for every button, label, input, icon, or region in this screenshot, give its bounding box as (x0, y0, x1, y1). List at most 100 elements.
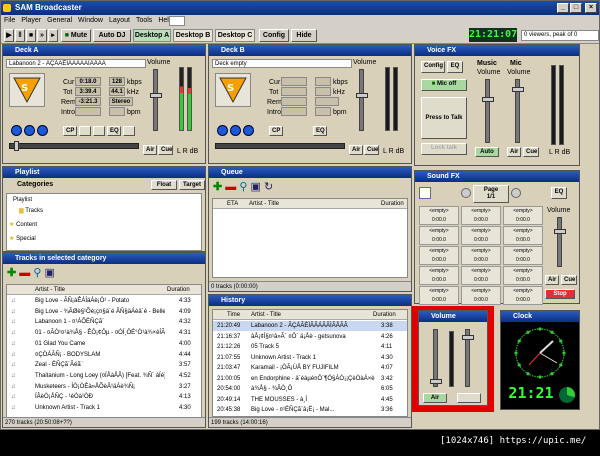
master-air-button[interactable]: Air (423, 393, 447, 403)
sfx-slot[interactable]: <empty> 0:00.0 (419, 246, 459, 265)
music-volume-track[interactable] (485, 79, 490, 143)
col-time[interactable]: Time (227, 310, 240, 320)
menu-field[interactable] (169, 16, 185, 26)
master-volume-knob-left[interactable] (430, 379, 442, 384)
deck-a-cue-button[interactable]: Cue (158, 145, 173, 155)
target-button[interactable]: Target (179, 180, 205, 190)
press-to-talk-button[interactable]: Press to Talk (421, 97, 467, 139)
table-row[interactable]: ♫ Thaitanium - Long Loey (¤ÍÅàÅÂ) [Feat. … (7, 371, 201, 381)
deck-a-btn5[interactable] (123, 126, 135, 136)
voice-fx-config-button[interactable]: Config (421, 61, 445, 73)
hide-button[interactable]: Hide (291, 29, 317, 42)
sfx-volume-knob[interactable] (554, 229, 566, 234)
table-row[interactable]: 21:03:47 Karamail - ¡ÒÃ¡ÙÅ BY FUJIFILM 4:0… (213, 363, 407, 373)
add-icon[interactable]: ✚ (7, 267, 16, 279)
voice-auto-button[interactable]: Auto (475, 147, 499, 157)
sfx-slot[interactable]: <empty> 0:00.0 (461, 286, 501, 305)
sfx-prev-button[interactable] (461, 188, 471, 198)
pause-button[interactable]: ‖ (15, 29, 25, 42)
sfx-slot[interactable]: <empty> 0:00.0 (503, 266, 543, 285)
menu-general[interactable]: General (44, 15, 75, 27)
menu-file[interactable]: File (1, 15, 18, 27)
refresh-icon[interactable]: ↻ (264, 181, 273, 193)
skip-button[interactable]: ▸ (48, 29, 58, 42)
deck-a-seek-bar[interactable] (9, 141, 139, 151)
table-row[interactable]: ♫ 01 Glad You Came 4:00 (7, 339, 201, 349)
menu-player[interactable]: Player (18, 15, 44, 27)
sfx-eq-button[interactable]: EQ (551, 187, 567, 199)
col-artist-title[interactable]: Artist - Title (251, 310, 281, 320)
tree-item-playlist[interactable]: Playlist (13, 195, 201, 205)
sfx-stop-button[interactable]: Stop (545, 289, 575, 299)
table-row[interactable]: 20:45:38 Big Love - ¤¹ËÑÇã¨â¡Ë¡ - Mal... 3… (213, 405, 407, 415)
search-icon[interactable]: ⚲ (239, 181, 247, 193)
deck-b-pause-button[interactable] (230, 125, 241, 136)
master-volume-knob-right[interactable] (462, 335, 474, 340)
table-row[interactable]: 21:16:37 âÅ¡¢Í§¤¹â»Ã´ ¤Ô´ ä¡Åè - getsunov… (213, 332, 407, 342)
table-row[interactable]: ♫ Labanoon 1 - ¤¹ÁÕËÑÇã¨ 4:32 (7, 317, 201, 327)
menu-window[interactable]: Window (75, 15, 106, 27)
table-row[interactable]: 21:20:49 Labanoon 2 - ÃÇÁÃÈÌÃÃÁÃÃÌÃÂÃÃ 3:3… (213, 321, 407, 331)
remove-icon[interactable]: ▬ (225, 181, 236, 193)
table-row[interactable]: ♫ ¤ÇÒÁÃÑ¡ - BODYSLAM 4:44 (7, 350, 201, 360)
sfx-slot[interactable]: <empty> 0:00.0 (461, 226, 501, 245)
add-icon[interactable]: ✚ (213, 181, 222, 193)
table-row[interactable]: ♫ Unknown Artist - Track 1 4:30 (7, 403, 201, 413)
sfx-slot[interactable]: <empty> 0:00.0 (419, 266, 459, 285)
tab-desktop-c[interactable]: Desktop C (215, 29, 255, 42)
col-duration[interactable]: Duration (373, 310, 396, 320)
col-eta[interactable]: ETA (227, 199, 238, 209)
table-row[interactable]: 21:00:05 en Endorphine - ä´éáµè¤Ô´¶Ö§ÁÒ¡¡… (213, 374, 407, 384)
table-row[interactable]: ♫ Musketeers - ÍÒ¡ÒÈà»ÅÕèÂ¹äÁè¾Ñ¡ 3:27 (7, 382, 201, 392)
col-artist-title[interactable]: Artist - Title (35, 285, 65, 295)
table-row[interactable]: ♫ ÍÂèÒ¡ÅÑÇ - ¹éÓà¹ÒÐ 4:13 (7, 392, 201, 402)
voice-cue-button[interactable]: Cue (523, 147, 539, 157)
table-row[interactable]: ♫ Big Love - ¾ÃØè§¹Õé¡ç¤§ä´é ÂÑ§äÁèä´é - … (7, 307, 201, 317)
deck-a-pause-button[interactable] (24, 125, 35, 136)
deck-b-play-button[interactable] (217, 125, 228, 136)
menu-tools[interactable]: Tools (133, 15, 155, 27)
deck-a-volume-track[interactable] (153, 69, 158, 131)
minimize-button[interactable]: _ (557, 3, 569, 13)
col-artist-title[interactable]: Artist - Title (249, 199, 279, 209)
sfx-slot[interactable]: <empty> 0:00.0 (461, 246, 501, 265)
save-icon[interactable]: ▣ (250, 181, 260, 193)
deck-b-stop-button[interactable] (243, 125, 254, 136)
mute-button[interactable]: ■ Mute (61, 29, 91, 42)
deck-a-air-button[interactable]: Air (143, 145, 157, 155)
next-button[interactable]: » (37, 29, 47, 42)
table-row[interactable]: ♫ Zeal - ËÑÇã¨Ãéã¨ 3:57 (7, 360, 201, 370)
play-button[interactable]: ▶ (4, 29, 14, 42)
sfx-slot[interactable]: <empty> 0:00.0 (461, 266, 501, 285)
sfx-slot[interactable]: <empty> 0:00.0 (503, 246, 543, 265)
deck-a-btn2[interactable] (79, 126, 91, 136)
menu-layout[interactable]: Layout (106, 15, 133, 27)
sfx-slot[interactable]: <empty> 0:00.0 (503, 286, 543, 305)
table-row[interactable]: 21:12:26 05 Track 5 4:11 (213, 342, 407, 352)
lock-talk-button[interactable]: Lock talk (421, 143, 467, 155)
voice-air-button[interactable]: Air (507, 147, 521, 157)
deck-a-cp-button[interactable]: CP (63, 126, 77, 136)
master-extra-button[interactable] (457, 393, 481, 403)
close-button[interactable]: × (585, 3, 597, 13)
float-button[interactable]: Float (151, 180, 177, 190)
deck-a-play-button[interactable] (11, 125, 22, 136)
deck-a-stop-button[interactable] (37, 125, 48, 136)
sfx-slot[interactable]: <empty> 0:00.0 (461, 206, 501, 225)
table-row[interactable]: 20:54:00 à¾Å§ - ¾ÂÒ¸Ô 6:05 (213, 384, 407, 394)
deck-a-volume-knob[interactable] (150, 93, 162, 98)
table-row[interactable]: 21:07:55 Unknown Artist - Track 1 4:30 (213, 353, 407, 363)
sfx-slot[interactable]: <empty> 0:00.0 (503, 226, 543, 245)
sfx-slot[interactable]: <empty> 0:00.0 (503, 206, 543, 225)
sfx-slot[interactable]: <empty> 0:00.0 (419, 286, 459, 305)
remove-icon[interactable]: ▬ (19, 267, 30, 279)
music-volume-knob[interactable] (482, 97, 494, 102)
tree-item-special[interactable]: ★ Special (9, 234, 201, 244)
deck-a-eq-button[interactable]: EQ (107, 126, 121, 136)
deck-b-volume-track[interactable] (359, 69, 364, 131)
table-row[interactable]: ♫ 01 - ¤ÃÒ¹¤¹à¾Å§ - ÊÔ¡¢Ôµ - ¤ÓÍ¸ÔÉ°Ò¹à¾×… (7, 328, 201, 338)
deck-a-btn3[interactable] (93, 126, 105, 136)
voice-fx-eq-button[interactable]: EQ (447, 61, 463, 73)
table-row[interactable]: 20:49:14 THE MOUSSES - à¸Í 4:45 (213, 395, 407, 405)
sfx-air-button[interactable]: Air (545, 275, 559, 285)
